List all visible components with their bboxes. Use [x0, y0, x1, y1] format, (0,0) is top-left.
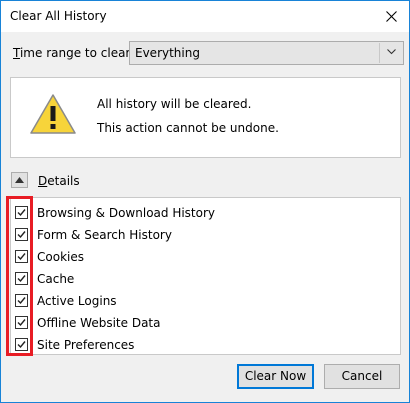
- time-range-value: Everything: [135, 46, 200, 60]
- warning-panel: All history will be cleared. This action…: [10, 77, 401, 158]
- time-range-select[interactable]: Everything: [129, 41, 404, 65]
- select-divider: [379, 43, 380, 63]
- item-cookies[interactable]: Cookies: [15, 248, 395, 266]
- item-label: Cache: [37, 272, 75, 286]
- item-active-logins[interactable]: Active Logins: [15, 292, 395, 310]
- time-range-label: Time range to clear:: [13, 46, 135, 60]
- chevron-up-icon: [15, 177, 24, 183]
- close-button[interactable]: [373, 1, 409, 32]
- clear-now-button[interactable]: Clear Now: [237, 364, 314, 389]
- title-bar: Clear All History: [1, 1, 409, 32]
- warning-submessage: This action cannot be undone.: [97, 121, 279, 135]
- details-toggle-button[interactable]: [11, 172, 28, 188]
- item-cache[interactable]: Cache: [15, 270, 395, 288]
- item-label: Offline Website Data: [37, 316, 161, 330]
- item-offline-website-data[interactable]: Offline Website Data: [15, 314, 395, 332]
- warning-triangle-icon: [30, 94, 76, 134]
- details-list: Browsing & Download History Form & Searc…: [10, 197, 401, 355]
- item-label: Form & Search History: [37, 228, 172, 242]
- item-label: Active Logins: [37, 294, 117, 308]
- details-label[interactable]: Details: [38, 174, 80, 188]
- item-site-preferences[interactable]: Site Preferences: [15, 336, 395, 354]
- dialog-title: Clear All History: [10, 9, 107, 23]
- close-icon: [386, 11, 397, 22]
- item-label: Site Preferences: [37, 338, 135, 352]
- item-label: Browsing & Download History: [37, 206, 216, 220]
- checkbox-highlight-box: [6, 196, 33, 356]
- item-browsing-download-history[interactable]: Browsing & Download History: [15, 204, 395, 222]
- chevron-down-icon: [387, 49, 396, 55]
- cancel-button[interactable]: Cancel: [324, 364, 400, 389]
- item-form-search-history[interactable]: Form & Search History: [15, 226, 395, 244]
- item-label: Cookies: [37, 250, 84, 264]
- clear-history-dialog: Clear All History Time range to clear: E…: [0, 0, 410, 403]
- warning-message: All history will be cleared.: [97, 97, 252, 111]
